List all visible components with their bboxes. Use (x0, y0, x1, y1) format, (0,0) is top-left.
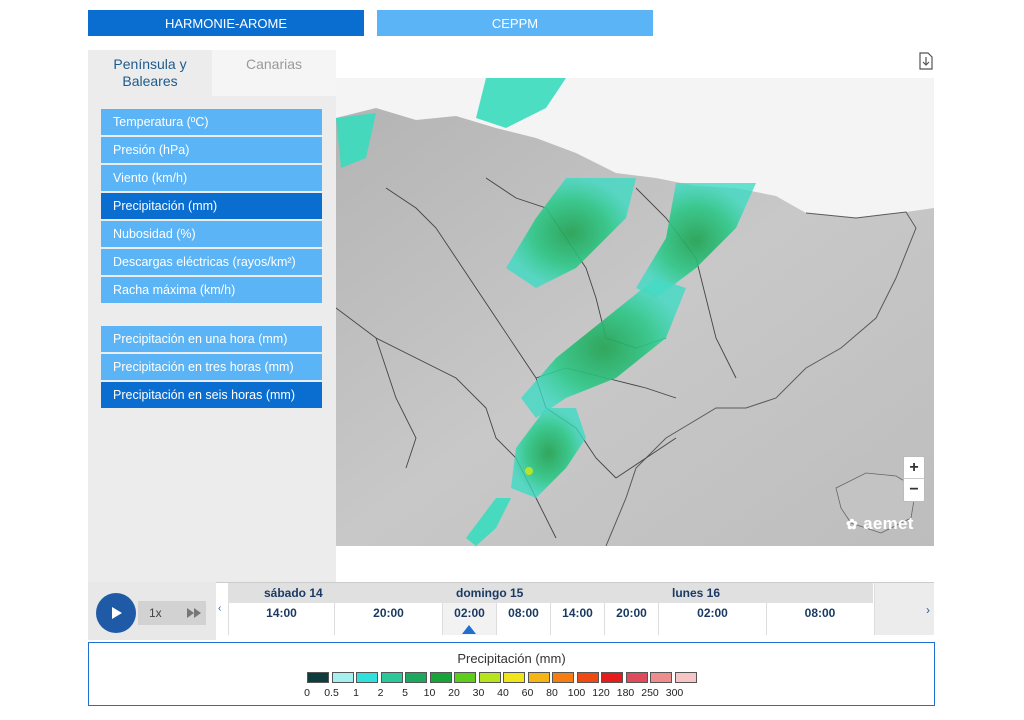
legend-swatch (527, 672, 550, 683)
region-tab-peninsula-label: Península y Baleares (113, 56, 187, 89)
variable-item-2[interactable]: Viento (km/h) (101, 165, 322, 191)
model-tab-ceppm[interactable]: CEPPM (377, 10, 653, 36)
legend-label: 0 (304, 687, 310, 699)
timeline: sábado 14 domingo 15 lunes 16 14:00 20:00… (216, 582, 934, 635)
legend-label: 250 (641, 687, 659, 699)
speed-label: 1x (149, 606, 162, 620)
legend-label: 180 (616, 687, 635, 699)
legend-swatch (454, 672, 476, 683)
timeline-day-mon: lunes 16 (672, 586, 721, 600)
legend-swatch (380, 672, 403, 683)
legend-swatch (307, 672, 329, 683)
variable-list: Temperatura (ºC) Presión (hPa) Viento (km/… (101, 109, 322, 305)
legend-label: 1 (353, 687, 359, 699)
timeline-hour-0[interactable]: 14:00 (228, 603, 334, 635)
legend-label: 40 (497, 687, 509, 699)
legend-swatch (503, 672, 525, 683)
legend-label: 300 (665, 687, 684, 699)
timeline-prev-button[interactable]: ‹ (218, 603, 221, 614)
aemet-logo: ✿ aemet (846, 514, 914, 534)
variable-panel: Península y Baleares Canarias Temperatur… (88, 50, 336, 582)
legend-swatch (331, 672, 354, 683)
fast-forward-icon (187, 608, 201, 618)
legend-label: 20 (448, 687, 460, 699)
variable-item-3[interactable]: Precipitación (mm) (101, 193, 322, 219)
timeline-hour-3[interactable]: 08:00 (496, 603, 550, 635)
animation-player: 1x (88, 582, 216, 640)
sub-variable-list: Precipitación en una hora (mm) Precipitac… (101, 326, 322, 410)
timeline-hour-5[interactable]: 20:00 (604, 603, 658, 635)
timeline-end-area: › (874, 583, 934, 635)
variable-item-1[interactable]: Presión (hPa) (101, 137, 322, 163)
legend-swatch (601, 672, 623, 683)
forecast-map[interactable] (336, 78, 934, 546)
timeline-days: sábado 14 domingo 15 lunes 16 (228, 583, 873, 603)
download-icon[interactable] (918, 52, 934, 70)
map-canvas (336, 78, 934, 546)
legend-swatch (576, 672, 599, 683)
legend-label: 120 (592, 687, 610, 699)
variable-item-4[interactable]: Nubosidad (%) (101, 221, 322, 247)
variable-item-5[interactable]: Descargas eléctricas (rayos/km²) (101, 249, 322, 275)
legend-swatch (674, 672, 697, 683)
model-tab-harmonie[interactable]: HARMONIE-AROME (88, 10, 364, 36)
region-tab-peninsula[interactable]: Península y Baleares (88, 50, 212, 96)
variable-item-0[interactable]: Temperatura (ºC) (101, 109, 322, 135)
legend: Precipitación (mm) 0 0.5 1 2 5 10 20 30 40 60 80 10… (88, 642, 935, 706)
region-tabs: Península y Baleares Canarias (88, 50, 336, 96)
legend-swatch (356, 672, 378, 683)
aemet-logo-text: aemet (863, 514, 914, 533)
aemet-logo-mark: ✿ (846, 516, 859, 532)
timeline-day-sun: domingo 15 (456, 586, 524, 600)
legend-swatch (552, 672, 574, 683)
legend-label: 30 (472, 687, 485, 699)
legend-label: 2 (377, 687, 384, 699)
timeline-hour-7[interactable]: 08:00 (766, 603, 873, 635)
region-tab-canarias[interactable]: Canarias (212, 50, 336, 96)
play-button[interactable] (96, 593, 136, 633)
legend-label: 10 (423, 687, 436, 699)
sub-variable-item-2[interactable]: Precipitación en seis horas (mm) (101, 382, 322, 408)
legend-label: 5 (402, 687, 408, 699)
sub-variable-item-0[interactable]: Precipitación en una hora (mm) (101, 326, 322, 352)
legend-swatch (405, 672, 427, 683)
timeline-current-marker (462, 625, 476, 634)
legend-label: 60 (521, 687, 534, 699)
zoom-control: + − (903, 456, 925, 502)
timeline-next-button[interactable]: › (926, 603, 930, 617)
zoom-in-icon[interactable]: + (904, 457, 924, 479)
legend-title: Precipitación (mm) (457, 651, 566, 666)
variable-item-6[interactable]: Racha máxima (km/h) (101, 277, 322, 303)
legend-swatch (429, 672, 452, 683)
timeline-hours: 14:00 20:00 02:00 08:00 14:00 20:00 02:00 08:00 (228, 603, 873, 635)
play-icon (112, 607, 122, 619)
sub-variable-item-1[interactable]: Precipitación en tres horas (mm) (101, 354, 322, 380)
legend-label: 100 (567, 687, 586, 699)
timeline-day-sat: sábado 14 (264, 586, 323, 600)
region-tab-canarias-label: Canarias (245, 56, 303, 72)
zoom-out-icon[interactable]: − (904, 479, 924, 501)
legend-swatch (625, 672, 648, 683)
speed-button[interactable]: 1x (138, 601, 206, 625)
timeline-hour-4[interactable]: 14:00 (550, 603, 604, 635)
timeline-hour-6[interactable]: 02:00 (658, 603, 766, 635)
legend-label: 0.5 (324, 687, 339, 699)
timeline-hour-1[interactable]: 20:00 (334, 603, 442, 635)
legend-swatch (650, 672, 672, 683)
legend-swatch (478, 672, 501, 683)
legend-label: 80 (546, 687, 558, 699)
